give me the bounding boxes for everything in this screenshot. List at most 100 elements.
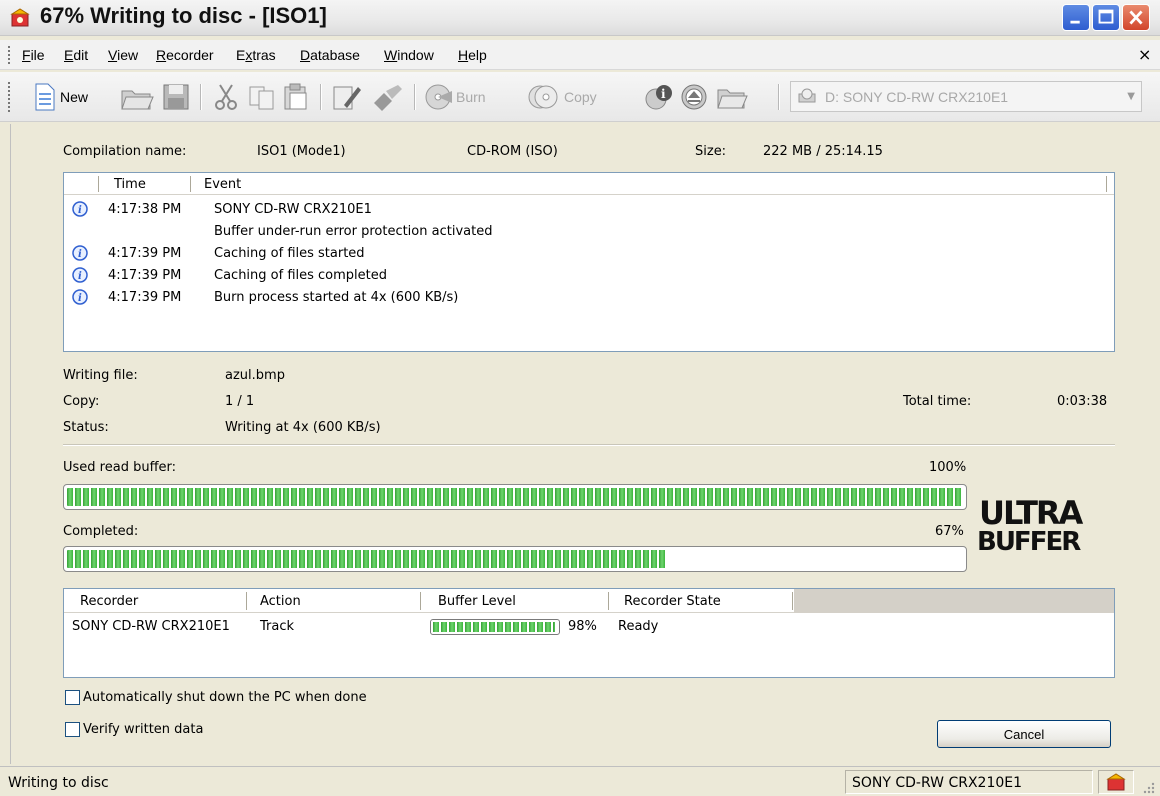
column-header-event[interactable]: Event <box>204 177 241 192</box>
list-item[interactable]: i 4:17:39 PM Burn process started at 4x (6… <box>64 287 1114 309</box>
menu-window[interactable]: Window <box>384 47 434 63</box>
event-log-header: Time Event <box>64 173 1114 195</box>
burning-app-icon <box>1106 773 1126 791</box>
recorder-select[interactable]: D: SONY CD-RW CRX210E1 ▼ <box>790 81 1142 112</box>
burn-button[interactable]: Burn <box>424 82 486 112</box>
cancel-button[interactable]: Cancel <box>937 720 1111 748</box>
column-divider <box>98 176 99 192</box>
column-header-buffer-level[interactable]: Buffer Level <box>438 594 516 609</box>
log-event: Caching of files completed <box>214 268 388 283</box>
paste-clipboard-icon <box>284 83 307 110</box>
column-header-recorder-state[interactable]: Recorder State <box>624 594 721 609</box>
writing-file-label: Writing file: <box>63 368 138 383</box>
log-event: Buffer under-run error protection activa… <box>214 224 493 239</box>
action-cell: Track <box>260 619 295 634</box>
resize-grip-icon[interactable] <box>1142 781 1156 795</box>
new-button-label: New <box>60 89 89 105</box>
shutdown-checkbox[interactable] <box>65 690 80 705</box>
menu-help[interactable]: Help <box>458 47 487 63</box>
copy-value: 1 / 1 <box>225 394 255 409</box>
status-recorder: SONY CD-RW CRX210E1 <box>852 775 1023 791</box>
eject-button[interactable] <box>680 82 708 112</box>
recorder-list-header: Recorder Action Buffer Level Recorder St… <box>64 589 1114 613</box>
drive-icon <box>798 88 816 102</box>
toolbar-separator <box>414 84 416 110</box>
new-button[interactable]: New <box>34 82 88 112</box>
total-time-label: Total time: <box>903 394 972 409</box>
buffer-level-bar <box>430 619 560 635</box>
completed-label: Completed: <box>63 524 139 539</box>
shutdown-checkbox-label[interactable]: Automatically shut down the PC when done <box>83 690 367 705</box>
status-label: Status: <box>63 420 109 435</box>
folder-icon <box>717 89 748 109</box>
chevron-down-icon[interactable]: ▼ <box>1127 91 1135 102</box>
column-divider <box>420 592 421 610</box>
save-button[interactable] <box>162 82 190 112</box>
browse-button[interactable] <box>716 82 748 112</box>
paste-button[interactable] <box>282 82 310 112</box>
column-header-time[interactable]: Time <box>114 177 146 192</box>
size-value: 222 MB / 25:14.15 <box>763 144 883 159</box>
burn-button-label: Burn <box>456 89 486 105</box>
menu-database[interactable]: Database <box>300 47 360 63</box>
info-icon: i <box>72 289 88 305</box>
minimize-button[interactable] <box>1062 4 1090 31</box>
svg-text:i: i <box>78 293 82 304</box>
menu-extras[interactable]: Extras <box>236 47 276 63</box>
column-header-empty <box>794 589 1114 613</box>
list-item[interactable]: i 4:17:39 PM Caching of files started <box>64 243 1114 265</box>
verify-checkbox[interactable] <box>65 722 80 737</box>
new-document-icon <box>35 83 55 111</box>
event-log[interactable]: Time Event i 4:17:38 PM SONY CD-RW CRX210E… <box>63 172 1115 352</box>
menubar-grip[interactable] <box>8 46 11 64</box>
log-event: Caching of files started <box>214 246 365 261</box>
save-disk-icon <box>163 84 189 110</box>
maximize-button[interactable] <box>1092 4 1120 31</box>
copy-label: Copy: <box>63 394 100 409</box>
log-time: 4:17:39 PM <box>108 268 182 283</box>
erase-button[interactable] <box>370 82 404 112</box>
menu-recorder[interactable]: Recorder <box>156 47 214 63</box>
menu-view[interactable]: View <box>108 47 138 63</box>
cut-button[interactable] <box>212 82 240 112</box>
verify-checkbox-label[interactable]: Verify written data <box>83 722 203 737</box>
toolbar-grip[interactable] <box>8 82 11 112</box>
column-divider <box>792 592 793 610</box>
recorder-list[interactable]: Recorder Action Buffer Level Recorder St… <box>63 588 1115 678</box>
recorder-cell: SONY CD-RW CRX210E1 <box>72 619 230 634</box>
list-item[interactable]: Buffer under-run error protection activa… <box>64 221 1114 243</box>
close-document-icon[interactable]: × <box>1138 45 1151 64</box>
svg-text:i: i <box>661 87 666 101</box>
column-divider <box>1106 176 1107 192</box>
info-icon: i <box>72 245 88 261</box>
compilation-properties-button[interactable] <box>332 82 362 112</box>
scissors-icon <box>215 84 237 110</box>
status-bar: Writing to disc SONY CD-RW CRX210E1 <box>0 766 1160 796</box>
column-header-action[interactable]: Action <box>260 594 301 609</box>
svg-text:i: i <box>78 271 82 282</box>
toolbar-separator <box>778 84 780 110</box>
list-item[interactable]: i 4:17:39 PM Caching of files completed <box>64 265 1114 287</box>
column-divider <box>246 592 247 610</box>
open-folder-icon <box>121 90 154 110</box>
column-header-recorder[interactable]: Recorder <box>80 594 138 609</box>
close-button[interactable] <box>1122 4 1150 31</box>
menu-file[interactable]: File <box>22 47 45 63</box>
size-label: Size: <box>695 144 727 159</box>
window-title: 67% Writing to disc - [ISO1] <box>40 3 327 28</box>
disc-info-icon: i <box>645 85 672 110</box>
disc-info-button[interactable]: i <box>644 82 674 112</box>
status-value: Writing at 4x (600 KB/s) <box>225 420 381 435</box>
copy-disc-button[interactable]: Copy <box>528 82 597 112</box>
writing-file-value: azul.bmp <box>225 368 285 383</box>
open-button[interactable] <box>120 82 154 112</box>
log-time: 4:17:39 PM <box>108 246 182 261</box>
menu-bar: File Edit View Recorder Extras Database … <box>0 40 1160 70</box>
buffer-level-fill <box>433 622 555 632</box>
list-item[interactable]: i 4:17:38 PM SONY CD-RW CRX210E1 <box>64 199 1114 221</box>
eject-icon <box>681 84 707 110</box>
menu-edit[interactable]: Edit <box>64 47 88 63</box>
copy-files-button[interactable] <box>248 82 276 112</box>
minimize-icon <box>1070 20 1080 24</box>
completed-progress-fill <box>67 550 668 568</box>
